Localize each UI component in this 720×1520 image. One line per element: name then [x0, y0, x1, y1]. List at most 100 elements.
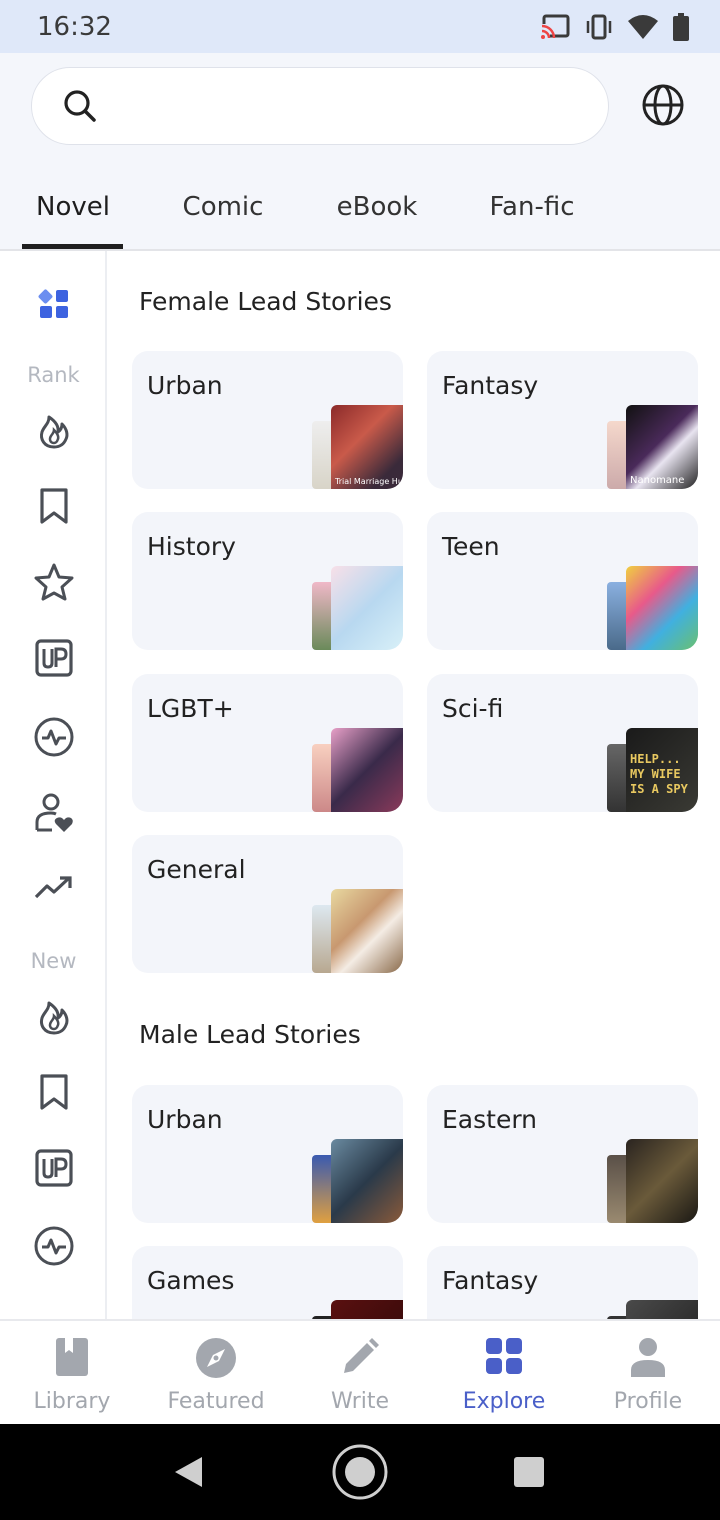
pulse-icon	[34, 717, 73, 757]
genre-card-female-urban[interactable]: Urban Trial Marriage Hu	[132, 351, 403, 489]
genre-card-label: Teen	[442, 532, 500, 561]
nav-label: Explore	[462, 1389, 546, 1414]
bookmark-icon	[39, 1074, 68, 1110]
cover-title: Trial Marriage Hu	[335, 477, 403, 486]
tab-ebook[interactable]: eBook	[337, 192, 418, 222]
search-icon[interactable]	[62, 88, 98, 124]
nav-explore[interactable]: Explore	[432, 1321, 576, 1426]
section-title-male-lead: Male Lead Stories	[139, 1020, 361, 1049]
status-icons	[540, 12, 690, 41]
nav-label: Write	[330, 1389, 390, 1414]
genre-card-female-fantasy[interactable]: Fantasy Nanomane	[427, 351, 698, 489]
book-cover	[331, 1300, 403, 1319]
home-icon[interactable]	[331, 1443, 389, 1501]
genre-card-male-games[interactable]: Games	[132, 1246, 403, 1319]
tab-comic[interactable]: Comic	[183, 192, 264, 222]
pencil-icon	[344, 1338, 379, 1373]
cast-icon	[540, 14, 570, 40]
search-input[interactable]	[31, 67, 609, 145]
recents-icon[interactable]	[513, 1456, 545, 1488]
back-icon[interactable]	[172, 1455, 204, 1489]
genre-card-label: Eastern	[442, 1105, 538, 1134]
nav-label: Featured	[167, 1389, 265, 1414]
book-cover: Trial Marriage Hu	[331, 405, 403, 489]
book-cover: Nanomane	[626, 405, 698, 489]
genre-card-label: Fantasy	[442, 1266, 539, 1295]
book-cover	[331, 566, 403, 650]
person-icon	[631, 1338, 665, 1377]
grid-icon	[38, 289, 68, 318]
genre-card-label: Games	[147, 1266, 235, 1295]
rail-item-rank-favorite[interactable]	[0, 792, 107, 834]
nav-label: Profile	[613, 1389, 683, 1414]
genre-card-label: Urban	[147, 371, 223, 400]
genre-card-female-general[interactable]: General	[132, 835, 403, 973]
nav-label: Library	[33, 1389, 111, 1414]
side-rail: Rank New	[0, 251, 107, 1319]
rail-item-new-bookmark[interactable]	[0, 1073, 107, 1111]
tab-fan-fic[interactable]: Fan-fic	[489, 192, 574, 222]
system-nav-bar	[0, 1424, 720, 1520]
book-cover	[626, 566, 698, 650]
genre-card-label: History	[147, 532, 236, 561]
genre-card-female-teen[interactable]: Teen	[427, 512, 698, 650]
genre-card-label: LGBT+	[147, 694, 234, 723]
genre-card-male-urban[interactable]: Urban	[132, 1085, 403, 1223]
vibrate-icon	[586, 14, 612, 39]
genre-card-female-history[interactable]: History	[132, 512, 403, 650]
wifi-icon	[628, 14, 658, 39]
book-cover	[626, 1300, 698, 1319]
star-icon	[34, 563, 73, 601]
status-time: 16:32	[37, 11, 112, 42]
up-badge-icon	[34, 1149, 73, 1187]
genre-card-male-fantasy[interactable]: Fantasy	[427, 1246, 698, 1319]
globe-icon[interactable]	[641, 83, 685, 127]
flame-icon	[39, 415, 68, 449]
book-cover	[626, 1139, 698, 1223]
genre-card-male-eastern[interactable]: Eastern	[427, 1085, 698, 1223]
top-area: Novel Comic eBook Fan-fic	[0, 53, 720, 250]
cover-title: Nanomane	[630, 475, 685, 486]
book-cover	[331, 889, 403, 973]
section-title-female-lead: Female Lead Stories	[139, 287, 392, 316]
genre-card-female-scifi[interactable]: Sci-fi HELP... MY WIFE IS A SPY	[427, 674, 698, 812]
nav-profile[interactable]: Profile	[576, 1321, 720, 1426]
genre-card-label: General	[147, 855, 246, 884]
genre-card-label: Sci-fi	[442, 694, 504, 723]
rail-item-new-hot[interactable]	[0, 997, 107, 1035]
rail-item-all[interactable]	[0, 288, 107, 320]
rail-item-rank-up[interactable]	[0, 639, 107, 677]
rail-label-rank: Rank	[27, 363, 80, 387]
nav-featured[interactable]: Featured	[144, 1321, 288, 1426]
rail-item-rank-star[interactable]	[0, 562, 107, 602]
genre-card-label: Urban	[147, 1105, 223, 1134]
flame-icon	[39, 1001, 68, 1035]
rail-item-rank-activity[interactable]	[0, 717, 107, 757]
tab-novel[interactable]: Novel	[36, 192, 110, 222]
rail-item-rank-hot[interactable]	[0, 411, 107, 449]
genre-content: Female Lead Stories Urban Trial Marriage…	[109, 251, 720, 1319]
book-cover: HELP... MY WIFE IS A SPY	[626, 728, 698, 812]
genre-card-female-lgbt[interactable]: LGBT+	[132, 674, 403, 812]
nav-write[interactable]: Write	[288, 1321, 432, 1426]
nav-library[interactable]: Library	[0, 1321, 144, 1426]
bookmark-icon	[39, 488, 68, 524]
person-heart-icon	[35, 793, 73, 832]
book-cover	[331, 1139, 403, 1223]
rail-item-new-activity[interactable]	[0, 1226, 107, 1266]
book-cover	[331, 728, 403, 812]
rail-item-rank-bookmark[interactable]	[0, 487, 107, 525]
up-badge-icon	[34, 639, 73, 677]
bottom-nav: Library Featured Write Explore Profile	[0, 1319, 720, 1424]
compass-icon	[196, 1338, 236, 1378]
category-tabs: Novel Comic eBook Fan-fic	[0, 178, 720, 250]
genre-card-label: Fantasy	[442, 371, 539, 400]
cover-title: HELP... MY WIFE IS A SPY	[630, 752, 688, 796]
trending-up-icon	[34, 876, 72, 899]
status-bar: 16:32	[0, 0, 720, 53]
pulse-icon	[34, 1226, 73, 1266]
battery-icon	[673, 12, 689, 41]
rail-item-rank-trending[interactable]	[0, 875, 107, 901]
rail-item-new-up[interactable]	[0, 1149, 107, 1187]
book-icon	[56, 1338, 88, 1376]
